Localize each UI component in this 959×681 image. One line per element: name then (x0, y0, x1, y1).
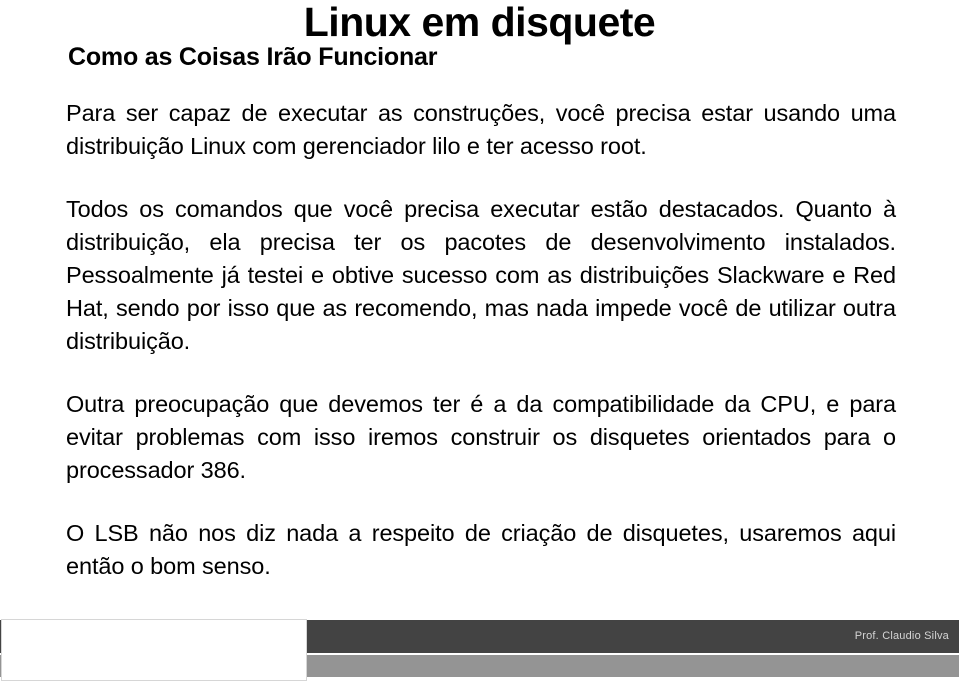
title-block: Linux em disquete Como as Coisas Irão Fu… (0, 0, 959, 71)
page-subtitle: Como as Coisas Irão Funcionar (68, 43, 438, 71)
slide-footer: Prof. Claudio Silva (0, 611, 959, 681)
paragraph-1: Para ser capaz de executar as construçõe… (66, 100, 896, 159)
footer-placeholder-box (1, 619, 307, 681)
paragraph-3: Outra preocupação que devemos ter é a da… (66, 391, 896, 483)
slide: Linux em disquete Como as Coisas Irão Fu… (0, 0, 959, 681)
paragraph-4: O LSB não nos diz nada a respeito de cri… (66, 520, 896, 579)
page-title: Linux em disquete (303, 0, 656, 45)
footer-author-credit: Prof. Claudio Silva (854, 630, 949, 642)
paragraph-2: Todos os comandos que você precisa execu… (66, 196, 896, 354)
body-content: Para ser capaz de executar as construçõe… (66, 97, 896, 583)
